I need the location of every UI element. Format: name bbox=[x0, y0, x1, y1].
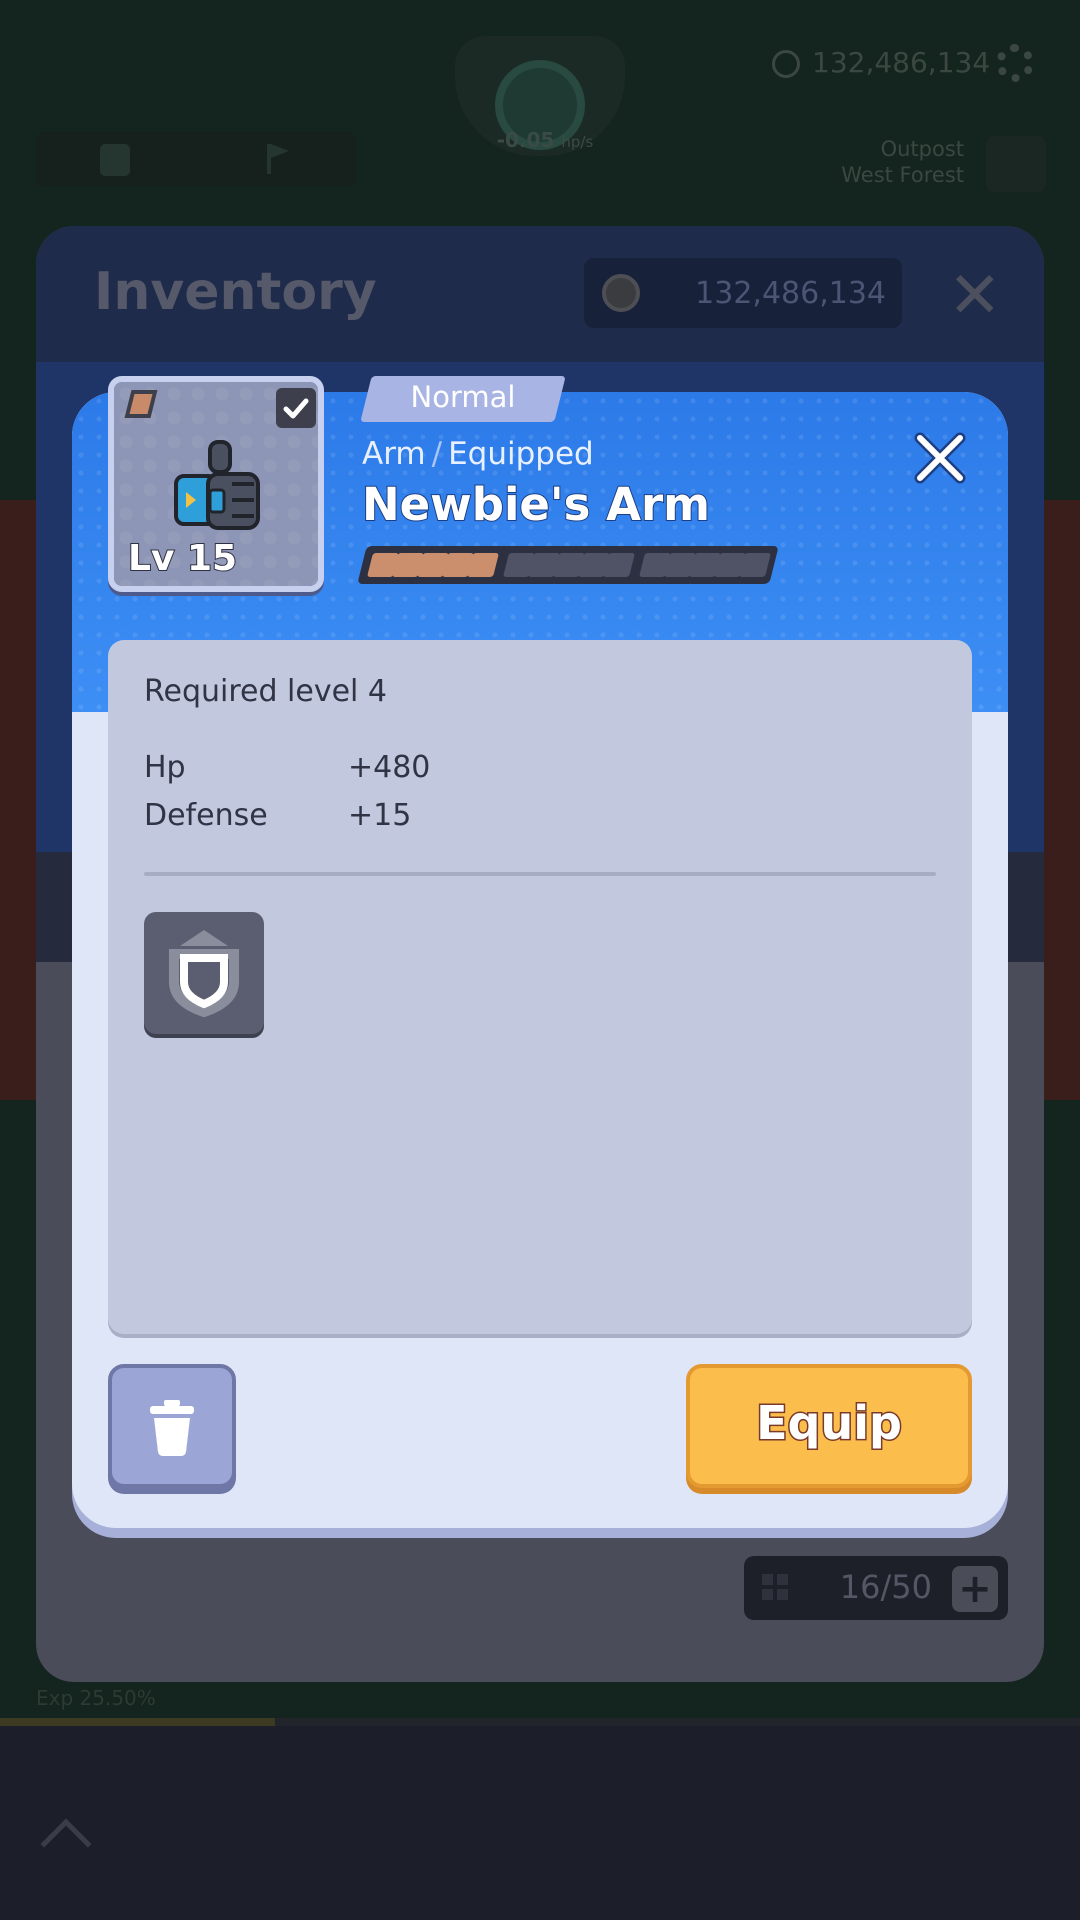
item-subtitle: Arm / Equipped bbox=[362, 436, 594, 472]
upgrade-pip-filled bbox=[467, 553, 499, 577]
coin-icon bbox=[772, 50, 800, 78]
exp-label: Exp 25.50% bbox=[36, 1686, 156, 1710]
rarity-label: Normal bbox=[410, 380, 516, 414]
upgrade-pip-empty bbox=[739, 553, 771, 577]
stat-name-hp: Hp bbox=[144, 750, 186, 785]
grid-icon bbox=[762, 1574, 788, 1600]
inventory-coin-count: 132,486,134 bbox=[695, 276, 886, 311]
hud-tab-bar bbox=[36, 132, 356, 186]
equip-button-label: Equip bbox=[755, 1395, 904, 1452]
stats-divider bbox=[144, 872, 936, 876]
stat-value-hp: +480 bbox=[348, 750, 431, 785]
inventory-close-button[interactable]: ✕ bbox=[948, 264, 1002, 328]
robot-arm-icon bbox=[174, 440, 260, 530]
coin-icon bbox=[602, 274, 640, 312]
book-icon[interactable] bbox=[100, 144, 130, 176]
stat-name-defense: Defense bbox=[144, 798, 268, 833]
upgrade-level-bar bbox=[357, 546, 779, 584]
settings-gear-icon[interactable] bbox=[996, 44, 1034, 82]
delete-item-button[interactable] bbox=[108, 1364, 236, 1488]
world-edge-right bbox=[1044, 500, 1080, 1100]
chevron-up-icon[interactable] bbox=[40, 1818, 92, 1870]
flag-icon[interactable] bbox=[265, 142, 291, 176]
capacity-count: 16/50 bbox=[839, 1568, 932, 1606]
trash-icon bbox=[150, 1400, 194, 1456]
required-level: Required level 4 bbox=[144, 674, 388, 709]
close-icon[interactable] bbox=[912, 430, 968, 486]
hp-rate-text: -0.05 hp/s bbox=[496, 128, 594, 152]
item-card: Lv 15 bbox=[108, 376, 324, 592]
expand-capacity-button[interactable]: + bbox=[952, 1566, 998, 1612]
exp-bar-fill bbox=[0, 1718, 276, 1726]
item-equip-status: Equipped bbox=[448, 436, 594, 472]
item-name: Newbie's Arm bbox=[361, 477, 711, 532]
subtitle-separator: / bbox=[431, 436, 443, 472]
item-slot-type: Arm bbox=[362, 436, 426, 472]
equipped-check-icon bbox=[276, 388, 316, 428]
world-edge-left bbox=[0, 500, 36, 1100]
map-button[interactable] bbox=[986, 136, 1046, 192]
inventory-title: Inventory bbox=[94, 262, 377, 322]
location-label: Outpost West Forest bbox=[841, 137, 964, 187]
upgrade-pip-empty bbox=[603, 553, 635, 577]
item-level: Lv 15 bbox=[127, 537, 238, 580]
hud-coin-count: 132,486,134 bbox=[812, 46, 991, 79]
stat-value-defense: +15 bbox=[348, 798, 412, 833]
shield-skill-icon[interactable] bbox=[144, 912, 264, 1034]
